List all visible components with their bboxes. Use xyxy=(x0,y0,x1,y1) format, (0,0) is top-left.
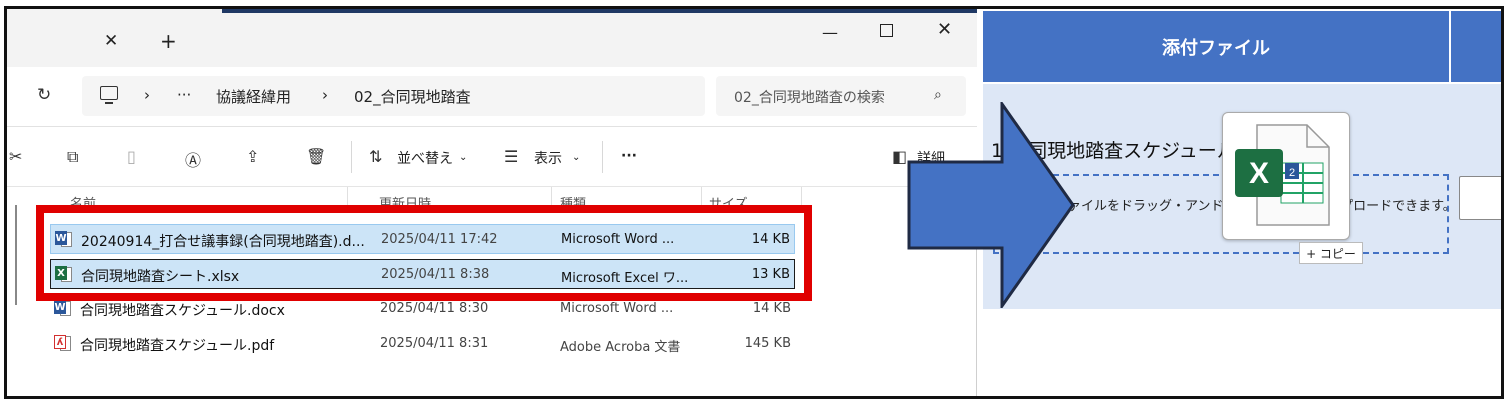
chevron-down-icon: ⌄ xyxy=(572,152,581,163)
copy-icon[interactable]: ⧉ xyxy=(67,147,78,167)
file-explorer-window: ✕ + — ✕ ↻ › ··· 協議経緯用 › 02_合同現地踏査 02_合同現… xyxy=(7,9,977,396)
command-bar: ✂ ⧉ ▯ Ⓐ ⇪ 🗑 ⇅ 並べ替え ⌄ ☰ 表示 ⌄ ··· ◧ 詳細 xyxy=(7,127,977,187)
computer-icon[interactable] xyxy=(100,86,118,100)
maximize-icon[interactable] xyxy=(880,24,893,37)
file-size: 145 KB xyxy=(744,336,791,351)
tab-edge xyxy=(222,9,977,13)
sort-button[interactable]: 並べ替え xyxy=(397,148,453,168)
column-divider[interactable] xyxy=(701,187,702,207)
cut-icon[interactable]: ✂ xyxy=(9,147,22,166)
file-type: Microsoft Word ... xyxy=(560,301,674,316)
file-date: 2025/04/11 8:30 xyxy=(380,301,489,316)
new-tab-icon[interactable]: + xyxy=(160,29,177,53)
file-date: 2025/04/11 8:31 xyxy=(380,336,489,351)
breadcrumb-ellipsis[interactable]: ··· xyxy=(177,86,191,104)
rename-icon[interactable]: Ⓐ xyxy=(185,147,201,171)
minimize-icon[interactable]: — xyxy=(822,23,838,42)
column-divider[interactable] xyxy=(801,187,802,207)
highlight-box xyxy=(36,205,812,301)
breadcrumb-separator: › xyxy=(322,86,328,104)
screenshot-frame: 添付ファイル 1 合同現地踏査スケジュール ファイルをドラッグ・アンド・ドロップ… xyxy=(4,6,1504,399)
view-icon[interactable]: ☰ xyxy=(504,147,518,166)
column-header: 名前 更新日時 種類 サイズ xyxy=(32,187,807,207)
breadcrumb-separator: › xyxy=(144,86,150,104)
file-name: 合同現地踏査スケジュール.pdf xyxy=(80,338,275,354)
delete-icon[interactable]: 🗑 xyxy=(306,147,326,166)
breadcrumb-kyogi[interactable]: 協議経緯用 xyxy=(216,86,291,107)
word-icon: W xyxy=(54,300,72,318)
search-icon[interactable]: ⌕ xyxy=(934,87,942,103)
excel-file-icon: X 2 xyxy=(1235,124,1330,226)
attachment-header: 添付ファイル xyxy=(983,11,1449,82)
address-bar[interactable]: › ··· 協議経緯用 › 02_合同現地踏査 xyxy=(82,76,705,116)
breadcrumb-current-folder[interactable]: 02_合同現地踏査 xyxy=(354,86,471,107)
drag-preview: X 2 xyxy=(1222,112,1350,240)
copy-badge: + コピー xyxy=(1299,242,1363,264)
file-type: Adobe Acroba 文書 xyxy=(560,340,681,355)
drag-count: 2 xyxy=(1289,167,1295,179)
side-input[interactable] xyxy=(1459,176,1501,220)
search-input[interactable]: 02_合同現地踏査の検索 xyxy=(734,87,919,107)
pane-scrollbar[interactable] xyxy=(15,205,17,305)
paste-icon[interactable]: ▯ xyxy=(127,147,136,166)
refresh-icon[interactable]: ↻ xyxy=(37,85,51,105)
address-row: ↻ › ··· 協議経緯用 › 02_合同現地踏査 02_合同現地踏査の検索 ⌕ xyxy=(7,67,977,127)
more-options-button[interactable]: ··· xyxy=(621,148,637,164)
toolbar-divider xyxy=(351,141,352,173)
share-icon[interactable]: ⇪ xyxy=(246,147,259,166)
drag-direction-arrow-icon xyxy=(907,102,1075,308)
sort-icon[interactable]: ⇅ xyxy=(369,147,382,166)
chevron-down-icon: ⌄ xyxy=(459,152,468,163)
svg-text:X: X xyxy=(1249,157,1269,190)
toolbar-divider xyxy=(602,141,603,173)
file-row[interactable]: ʎ 合同現地踏査スケジュール.pdf 2025/04/11 8:31 Adobe… xyxy=(50,329,795,359)
details-pane-icon[interactable]: ◧ xyxy=(892,147,907,166)
window-close-icon[interactable]: ✕ xyxy=(937,19,952,40)
file-size: 14 KB xyxy=(752,301,791,316)
pdf-icon: ʎ xyxy=(54,335,72,353)
file-name: 合同現地踏査スケジュール.docx xyxy=(80,303,285,319)
title-bar: ✕ + — ✕ xyxy=(7,9,977,67)
view-button[interactable]: 表示 xyxy=(534,148,562,168)
column-divider[interactable] xyxy=(347,187,348,207)
computer-stand xyxy=(105,102,113,104)
tab-close-icon[interactable]: ✕ xyxy=(104,31,118,51)
column-divider[interactable] xyxy=(551,187,552,207)
header-cell-extra xyxy=(1451,11,1501,82)
